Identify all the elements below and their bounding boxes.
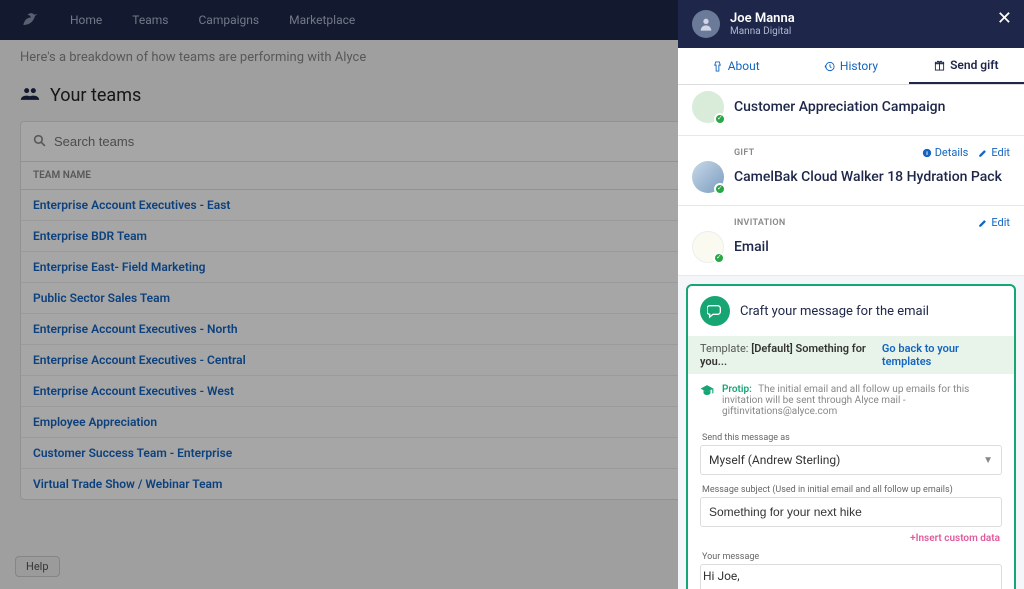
close-icon[interactable]: ✕ [997, 8, 1012, 29]
chevron-down-icon: ▼ [983, 455, 993, 466]
gift-card: GIFT i Details Edit CamelBak Cloud Wal [678, 136, 1024, 206]
invitation-edit-link[interactable]: Edit [978, 216, 1010, 229]
bird-logo-icon [20, 10, 40, 30]
col-team-name: TEAM NAME [33, 170, 741, 181]
message-body-input[interactable]: Hi Joe, I noticed you like to hit the tr… [700, 564, 1002, 589]
tab-about[interactable]: About [678, 48, 793, 84]
nav-marketplace[interactable]: Marketplace [289, 13, 355, 27]
gift-edit-link[interactable]: Edit [978, 146, 1010, 159]
gift-image [692, 161, 724, 193]
team-name-link[interactable]: Enterprise Account Executives - North [33, 322, 741, 336]
invitation-title: Email [734, 239, 769, 255]
insert-custom-data-link[interactable]: +Insert custom data [688, 531, 1014, 546]
subject-label: Message subject (Used in initial email a… [702, 485, 1000, 495]
panel-user-name: Joe Manna [730, 11, 795, 26]
invitation-label: INVITATION [734, 218, 786, 228]
protip-text: The initial email and all follow up emai… [722, 384, 969, 417]
team-name-link[interactable]: Virtual Trade Show / Webinar Team [33, 477, 741, 491]
send-gift-panel: Joe Manna Manna Digital ✕ About History … [678, 0, 1024, 589]
panel-header: Joe Manna Manna Digital ✕ [678, 0, 1024, 48]
nav-campaigns[interactable]: Campaigns [198, 13, 259, 27]
graduation-cap-icon [700, 384, 714, 417]
gift-title: CamelBak Cloud Walker 18 Hydration Pack [734, 169, 1002, 185]
subject-input[interactable] [700, 497, 1002, 527]
tab-history[interactable]: History [793, 48, 908, 84]
nav-home[interactable]: Home [70, 13, 102, 27]
send-as-select[interactable]: Myself (Andrew Sterling) ▼ [700, 445, 1002, 475]
avatar [692, 10, 720, 38]
teams-title: Your teams [50, 85, 141, 106]
search-icon [33, 132, 46, 151]
team-name-link[interactable]: Enterprise Account Executives - Central [33, 353, 741, 367]
campaign-card: Customer Appreciation Campaign [678, 85, 1024, 136]
campaign-title: Customer Appreciation Campaign [734, 99, 945, 115]
message-composer: Craft your message for the email Templat… [686, 284, 1016, 589]
help-button[interactable]: Help [15, 556, 60, 577]
campaign-icon [692, 91, 724, 123]
send-as-label: Send this message as [702, 433, 1000, 443]
protip-label: Protip: [722, 384, 752, 395]
invitation-card: INVITATION Edit Email [678, 206, 1024, 276]
your-message-label: Your message [702, 552, 1000, 562]
message-icon [700, 296, 730, 326]
team-name-link[interactable]: Enterprise East- Field Marketing [33, 260, 741, 274]
team-name-link[interactable]: Enterprise BDR Team [33, 229, 741, 243]
team-name-link[interactable]: Employee Appreciation [33, 415, 741, 429]
back-to-templates-link[interactable]: Go back to your templates [882, 342, 1002, 368]
email-preview-icon [692, 231, 724, 263]
team-name-link[interactable]: Public Sector Sales Team [33, 291, 741, 305]
team-name-link[interactable]: Enterprise Account Executives - West [33, 384, 741, 398]
tab-send-gift[interactable]: Send gift [909, 48, 1024, 84]
gift-label: GIFT [734, 148, 755, 158]
panel-user-org: Manna Digital [730, 26, 795, 37]
team-name-link[interactable]: Customer Success Team - Enterprise [33, 446, 741, 460]
gift-details-link[interactable]: i Details [922, 146, 969, 159]
message-header-title: Craft your message for the email [740, 304, 929, 319]
nav-teams[interactable]: Teams [132, 13, 168, 27]
team-name-link[interactable]: Enterprise Account Executives - East [33, 198, 741, 212]
panel-tabs: About History Send gift [678, 48, 1024, 85]
teams-icon [20, 85, 40, 106]
